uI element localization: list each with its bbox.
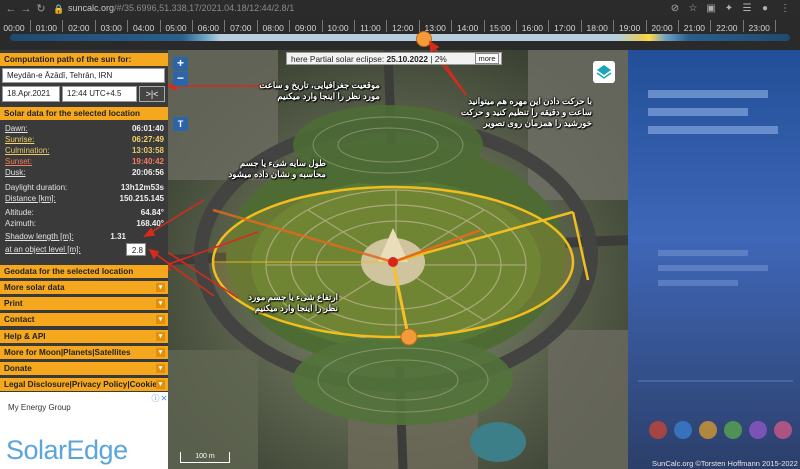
annotation-line: طول سایه شیء یا جسم: [239, 158, 326, 168]
layers-icon: [596, 65, 612, 79]
eclipse-more-button[interactable]: more: [475, 53, 499, 64]
layers-button[interactable]: [593, 61, 615, 83]
zoom-out-button[interactable]: −: [173, 72, 188, 86]
eclipse-percent: 2%: [434, 54, 447, 64]
eclipse-date: 25.10.2022: [386, 54, 428, 64]
annotation-shadow: طول سایه شیء یا جسم محاسبه و نشان داده م…: [196, 158, 326, 180]
blurred-ad-panel: [628, 50, 800, 469]
annotation-line: با حرکت دادن این مهره هم میتوانید: [468, 96, 592, 106]
annotation-line: ساعت و دقیقه را تنظیم کنید و حرکت: [460, 107, 592, 117]
annotation-slider: با حرکت دادن این مهره هم میتوانید ساعت و…: [446, 96, 592, 129]
annotation-line: ارتفاع شیء یا جسم مورد: [248, 292, 338, 302]
annotation-line: موقعیت جغرافیایی، تاریخ و ساعت: [259, 80, 380, 90]
copyright-text: SunCalc.org ©Torsten Hoffmann 2015-2022: [652, 459, 798, 468]
eclipse-prefix: here Partial solar eclipse:: [291, 54, 385, 64]
annotation-location: موقعیت جغرافیایی، تاریخ و ساعت مورد نظر …: [240, 80, 380, 102]
zoom-in-button[interactable]: +: [173, 57, 188, 71]
eclipse-info-bar: here Partial solar eclipse: 25.10.2022 |…: [286, 52, 502, 65]
annotation-line: نظر را اینجا وارد میکنیم: [254, 303, 338, 313]
terrain-toggle-button[interactable]: T: [173, 117, 188, 131]
map-scale: 100 m: [180, 452, 230, 463]
annotation-line: خورشید را همزمان روی تصویر: [483, 118, 592, 128]
eclipse-separator: |: [430, 54, 433, 64]
annotation-line: محاسبه و نشان داده میشود: [228, 169, 326, 179]
annotation-height: ارتفاع شیء یا جسم مورد نظر را اینجا وارد…: [208, 292, 338, 314]
annotation-line: مورد نظر را اینجا وارد میکنیم: [277, 91, 380, 101]
